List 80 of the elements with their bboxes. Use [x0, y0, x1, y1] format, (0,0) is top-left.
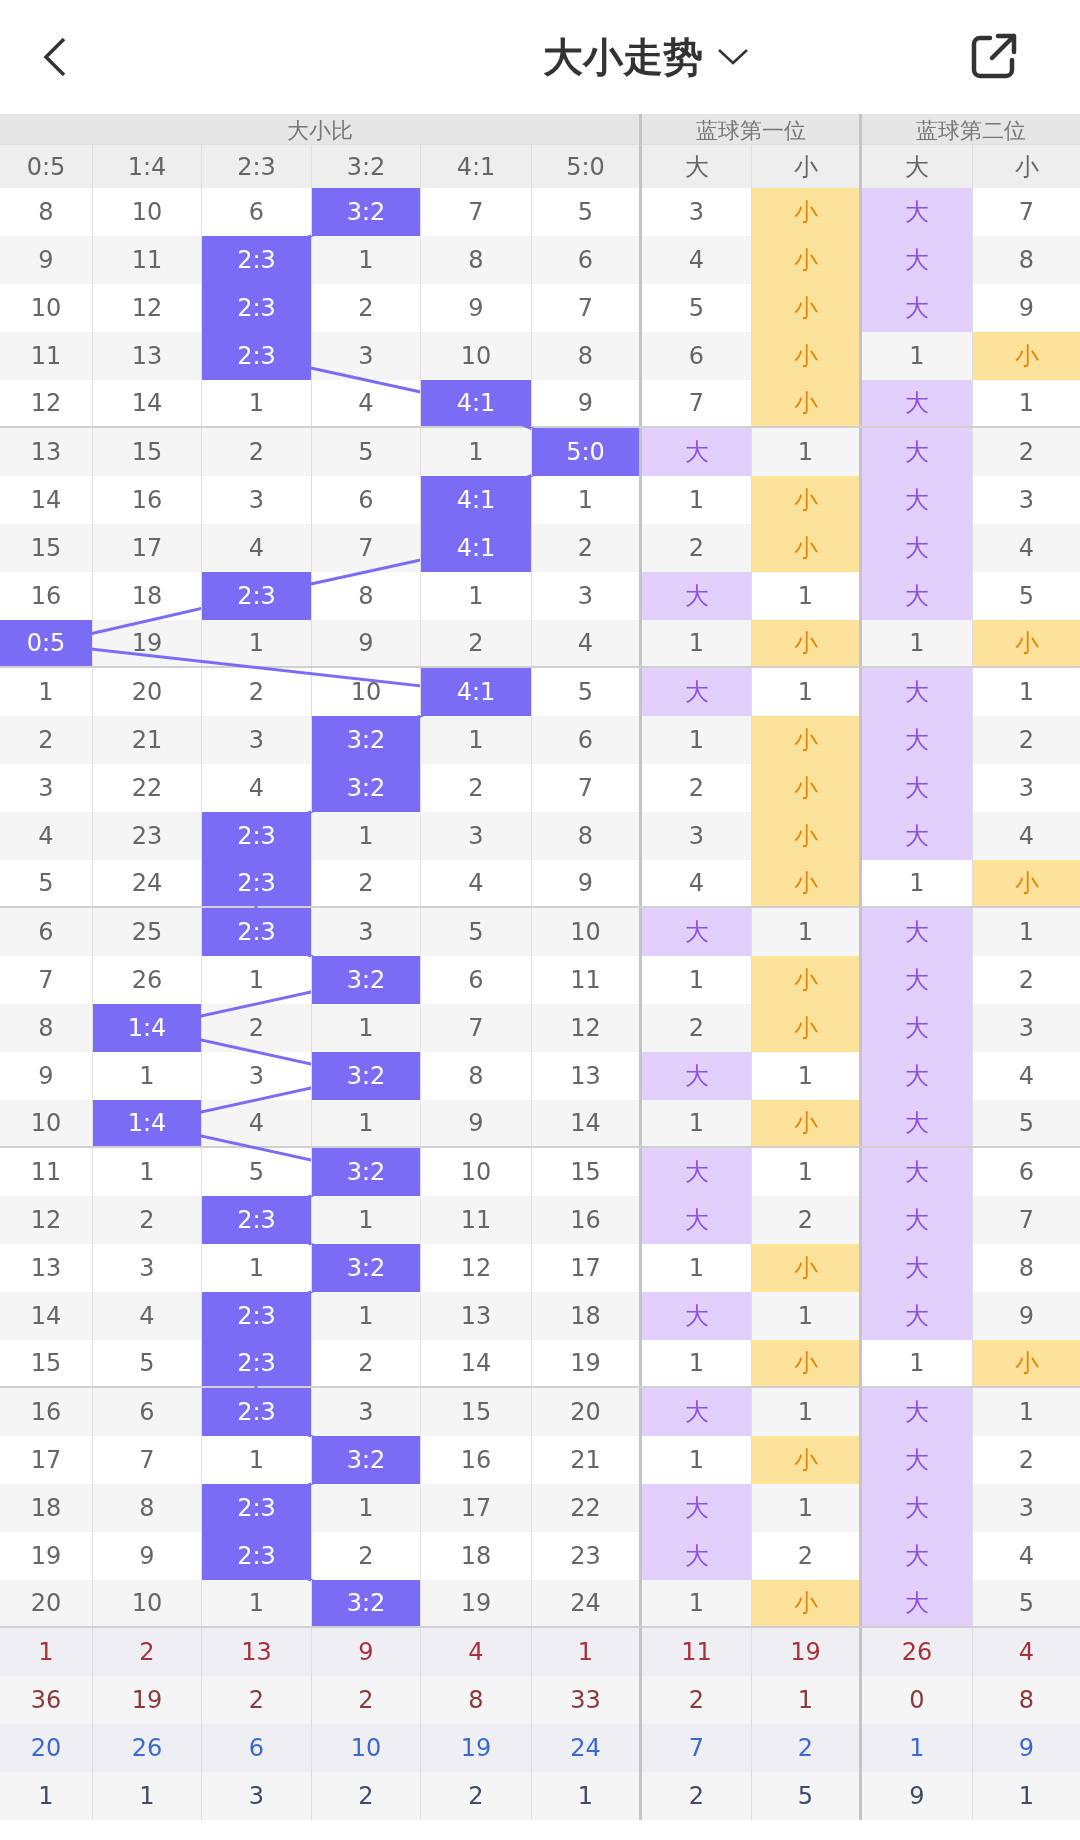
table-cell: 小 — [751, 380, 859, 426]
table-cell: 大 — [639, 1388, 751, 1436]
table-cell-text: 1 — [37, 1637, 55, 1668]
table-cell: 小 — [751, 1004, 859, 1052]
table-cell: 大 — [859, 668, 972, 716]
table-cell: 小 — [751, 1580, 859, 1626]
table-cell: 大 — [639, 1148, 751, 1196]
table-cell: 小 — [751, 1436, 859, 1484]
table-cell: 大 — [859, 284, 972, 332]
table-cell-text: 36 — [29, 1685, 63, 1716]
table-cell: 大 — [859, 956, 972, 1004]
table-cell: 1 — [972, 1772, 1080, 1820]
table-cell: 大 — [859, 1196, 972, 1244]
table-cell: 1 — [972, 380, 1080, 426]
table-cell: 大 — [859, 1532, 972, 1580]
title-dropdown[interactable]: 大小走势 — [543, 27, 749, 87]
table-cell: 1 — [531, 1772, 639, 1820]
table-cell: 大 — [859, 428, 972, 476]
table-cell: 小 — [751, 284, 859, 332]
table-cell: 大 — [639, 1292, 751, 1340]
table-cell: 小 — [751, 1100, 859, 1146]
table-cell: 3 — [201, 1772, 311, 1820]
table-cell: 小 — [751, 1340, 859, 1386]
table-cell: 大 — [859, 1148, 972, 1196]
chevron-down-icon — [717, 48, 749, 66]
table-cell-text: 1 — [37, 1781, 55, 1812]
column-group-header: 大小比 — [285, 117, 354, 145]
table-cell: 小 — [751, 620, 859, 666]
table-cell: 大 — [859, 1388, 972, 1436]
table-cell: 5 — [751, 1772, 859, 1820]
table-cell: 大 — [859, 908, 972, 956]
table-cell: 小 — [751, 476, 859, 524]
table-cell: 大 — [639, 1484, 751, 1532]
table-cell: 大 — [859, 1580, 972, 1626]
table-cell: 大 — [859, 524, 972, 572]
table-cell: 小 — [751, 524, 859, 572]
table-cell: 小 — [751, 1244, 859, 1292]
table-cell: 大 — [859, 1004, 972, 1052]
table-cell: 小 — [972, 332, 1080, 380]
table-cell: 大 — [859, 716, 972, 764]
table-cell: 小 — [972, 1340, 1080, 1386]
table-cell-text: 20 — [29, 1733, 63, 1764]
table-cell: 小 — [751, 236, 859, 284]
table-cell: 大 — [639, 1532, 751, 1580]
table-cell: 小 — [972, 860, 1080, 906]
table-cell: 大 — [639, 428, 751, 476]
table-cell: 小 — [751, 860, 859, 906]
table-cell: 2 — [639, 1772, 751, 1820]
table-cell: 大 — [859, 1484, 972, 1532]
table-cell: 大 — [859, 236, 972, 284]
table-cell: 小 — [751, 332, 859, 380]
table-cell: 小 — [751, 764, 859, 812]
table-cell: 大 — [859, 764, 972, 812]
table-cell: 大 — [859, 1100, 972, 1146]
table-cell: 大 — [859, 1244, 972, 1292]
table-cell: 小 — [751, 956, 859, 1004]
table-cell: 大 — [859, 1292, 972, 1340]
table-cell: 大 — [859, 476, 972, 524]
table-cell: 大 — [859, 572, 972, 620]
table-cell: 2 — [311, 1772, 420, 1820]
table-cell: 5 — [972, 1100, 1080, 1146]
table-cell: 1 — [92, 1772, 201, 1820]
table-cell: 大 — [639, 1052, 751, 1100]
table-cell: 大 — [859, 1052, 972, 1100]
table-cell: 大 — [859, 380, 972, 426]
table-cell: 大 — [859, 1436, 972, 1484]
table-cell: 9 — [859, 1772, 972, 1820]
column-header: 0:5 — [25, 151, 67, 183]
table-cell: 小 — [751, 188, 859, 236]
table-cell: 大 — [639, 572, 751, 620]
table-cell: 小 — [972, 620, 1080, 666]
table-cell: 小 — [751, 716, 859, 764]
table-cell: 大 — [859, 812, 972, 860]
table-cell: 大 — [639, 908, 751, 956]
table-cell: 大 — [859, 188, 972, 236]
table-cell: 5 — [972, 1580, 1080, 1626]
table-cell: 大 — [639, 668, 751, 716]
table-cell: 小 — [751, 812, 859, 860]
table-cell: 大 — [639, 1196, 751, 1244]
table-cell: 2 — [420, 1772, 531, 1820]
